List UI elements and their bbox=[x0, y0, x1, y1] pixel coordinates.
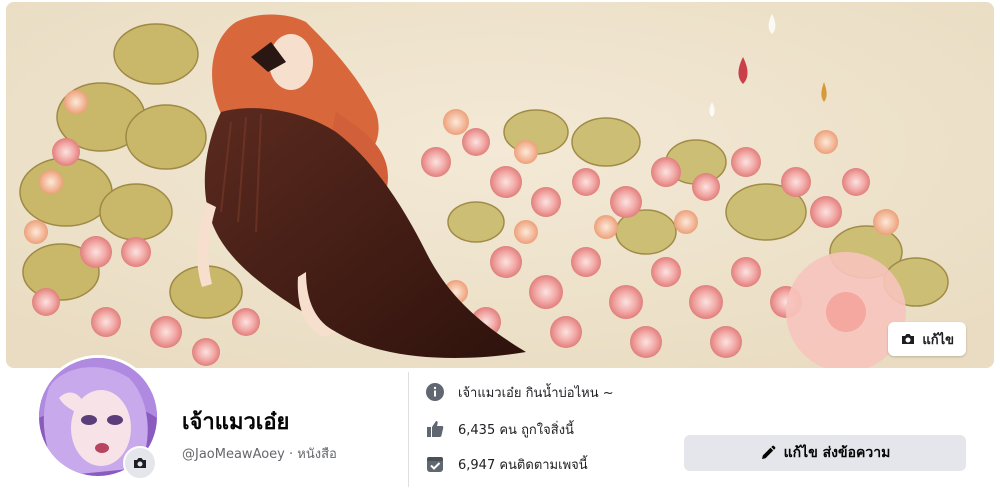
edit-cover-button[interactable]: แก้ไข bbox=[888, 322, 966, 356]
change-avatar-button[interactable] bbox=[123, 446, 157, 480]
username[interactable]: @JaoMeawAoey bbox=[182, 447, 285, 462]
follow-check-icon bbox=[424, 453, 446, 475]
edit-send-message-label: แก้ไข ส่งข้อความ bbox=[783, 445, 891, 461]
edit-send-message-button[interactable]: แก้ไข ส่งข้อความ bbox=[684, 435, 966, 471]
info-icon bbox=[424, 381, 446, 403]
likes-count: 6,435 คน ถูกใจสิ่งนี้ bbox=[458, 422, 574, 438]
about-description: เจ้าแมวเอ๋ย กินน้ำบ่อไหน ~ bbox=[458, 385, 614, 401]
divider bbox=[408, 372, 409, 487]
camera-icon bbox=[134, 458, 146, 468]
cover-illustration bbox=[6, 2, 994, 368]
page-title: เจ้าแมวเอ๋ย bbox=[182, 410, 290, 435]
followers-count: 6,947 คนติดตามเพจนี้ bbox=[458, 457, 588, 473]
page-header: แก้ไข เจ้าแมวเอ๋ย @JaoMeawAoey · หนังสือ bbox=[0, 0, 1000, 493]
thumbs-up-icon bbox=[424, 418, 446, 440]
cover-photo[interactable]: แก้ไข bbox=[6, 2, 994, 368]
edit-cover-label: แก้ไข bbox=[922, 332, 954, 348]
page-subline: @JaoMeawAoey · หนังสือ bbox=[182, 443, 337, 464]
separator: · bbox=[284, 447, 298, 462]
pencil-icon bbox=[761, 445, 776, 459]
about-description-row: เจ้าแมวเอ๋ย กินน้ำบ่อไหน ~ bbox=[424, 381, 614, 403]
likes-row: 6,435 คน ถูกใจสิ่งนี้ bbox=[424, 418, 574, 440]
followers-row: 6,947 คนติดตามเพจนี้ bbox=[424, 453, 588, 475]
page-category[interactable]: หนังสือ bbox=[297, 447, 337, 462]
camera-icon bbox=[902, 334, 915, 344]
